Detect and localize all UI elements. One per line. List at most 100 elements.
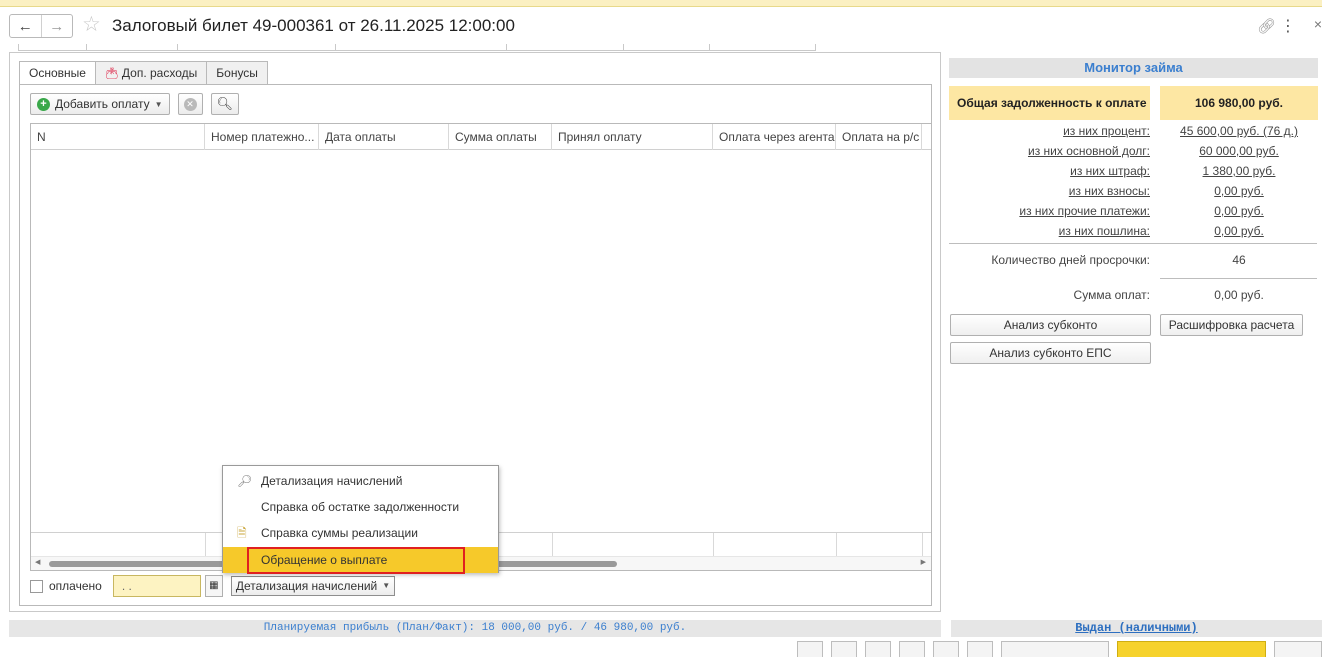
- penalty-label[interactable]: из них штраф:: [949, 164, 1150, 178]
- other-payments-value[interactable]: 0,00 руб.: [1160, 204, 1318, 218]
- navigation-buttons: ← →: [9, 14, 73, 38]
- document-icon: 🗎︎: [237, 526, 247, 540]
- principal-line: из них основной долг: 60 000,00 руб.: [949, 144, 1318, 164]
- paid-date-input[interactable]: . .: [112, 575, 201, 597]
- total-debt-label: Общая задолженность к оплате: [949, 86, 1150, 120]
- dropdown-caret-icon: ▼: [382, 581, 391, 590]
- document-title: Залоговый билет 49-000361 от 26.11.2025 …: [112, 16, 515, 35]
- monitor-header: Монитор займа: [949, 58, 1318, 78]
- penalty-value[interactable]: 1 380,00 руб.: [1160, 164, 1318, 178]
- duty-line: из них пошлина: 0,00 руб.: [949, 224, 1318, 244]
- favorite-star-icon[interactable]: ☆: [82, 12, 101, 37]
- add-payment-button[interactable]: + Добавить оплату ▼: [30, 93, 170, 115]
- bottom-button[interactable]: [865, 641, 891, 657]
- paid-checkbox[interactable]: [30, 579, 43, 593]
- other-payments-line: из них прочие платежи: 0,00 руб.: [949, 204, 1318, 224]
- bottom-button[interactable]: [933, 641, 959, 657]
- subconto-eps-analysis-button[interactable]: Анализ субконто ЕПС: [950, 342, 1151, 364]
- bottom-command-bar: [0, 641, 1322, 657]
- payments-toolbar: + Добавить оплату ▼ ✕ 🔍︎: [30, 93, 240, 115]
- menu-item-debt-balance-certificate[interactable]: Справка об остатке задолженности: [223, 494, 498, 520]
- principal-value[interactable]: 60 000,00 руб.: [1160, 144, 1318, 158]
- bottom-button[interactable]: [797, 641, 823, 657]
- link-icon[interactable]: 🔗︎: [1257, 17, 1276, 35]
- menu-item-label: Детализация начислений: [261, 474, 403, 488]
- interest-value[interactable]: 45 600,00 руб. (76 д.): [1160, 124, 1318, 138]
- duty-value[interactable]: 0,00 руб.: [1160, 224, 1318, 238]
- bottom-button[interactable]: [1001, 641, 1109, 657]
- bottom-button[interactable]: [967, 641, 993, 657]
- title-bar: ← → ☆ Залоговый билет 49-000361 от 26.11…: [0, 8, 1322, 44]
- delete-button[interactable]: ✕: [177, 93, 203, 115]
- overdue-days-value: 46: [1232, 253, 1246, 267]
- bottom-button[interactable]: [831, 641, 857, 657]
- calculation-breakdown-button[interactable]: Расшифровка расчета: [1160, 314, 1303, 336]
- column-accepted-by[interactable]: Принял оплату: [552, 124, 713, 150]
- inner-tabs: Основные 👛︎ Доп. расходы Бонусы: [19, 61, 268, 85]
- magnifier-icon: 🔎︎: [237, 474, 253, 488]
- find-button[interactable]: 🔍︎: [210, 93, 240, 115]
- overdue-days-line: Количество дней просрочки: 46: [949, 253, 1318, 273]
- print-popup-menu: 🔎︎ Детализация начислений Справка об ост…: [222, 465, 499, 574]
- interest-label[interactable]: из них процент:: [949, 124, 1150, 138]
- bottom-primary-button[interactable]: [1117, 641, 1266, 657]
- table-header: N Номер платежно... Дата оплаты Сумма оп…: [31, 124, 931, 150]
- payments-sum-label: Сумма оплат:: [1073, 288, 1150, 302]
- add-payment-label: Добавить оплату: [55, 97, 150, 111]
- planned-profit-status: Планируемая прибыль (План/Факт): 18 000,…: [9, 620, 941, 637]
- column-bank-payment[interactable]: Оплата на р/с: [836, 124, 922, 150]
- browser-top-strip: [0, 0, 1322, 7]
- add-icon: +: [37, 97, 50, 111]
- calendar-icon[interactable]: ▦: [204, 575, 223, 597]
- other-payments-label[interactable]: из них прочие платежи:: [949, 204, 1150, 218]
- tab-extra-expenses[interactable]: 👛︎ Доп. расходы: [94, 61, 207, 85]
- tab-bonuses[interactable]: Бонусы: [206, 61, 268, 85]
- tab-main[interactable]: Основные: [19, 61, 95, 85]
- loan-monitor: Монитор займа Общая задолженность к опла…: [949, 58, 1318, 368]
- paid-filter-row: оплачено . . ▦ Детализация начислений ▼: [30, 575, 396, 597]
- overdue-days-label: Количество дней просрочки:: [991, 253, 1150, 267]
- outer-tab-strip: [18, 44, 816, 51]
- divider: [949, 243, 1317, 244]
- highlight-frame: [247, 547, 465, 574]
- paid-label: оплачено: [49, 579, 102, 593]
- dropdown-caret-icon: ▼: [154, 99, 163, 109]
- scroll-left-icon[interactable]: ◀: [35, 558, 40, 566]
- duty-label[interactable]: из них пошлина:: [949, 224, 1150, 238]
- interest-line: из них процент: 45 600,00 руб. (76 д.): [949, 124, 1318, 144]
- column-payment-date[interactable]: Дата оплаты: [319, 124, 449, 150]
- charges-details-label: Детализация начислений: [235, 579, 378, 593]
- menu-item-sale-sum-certificate[interactable]: 🗎︎ Справка суммы реализации: [223, 520, 498, 546]
- menu-item-label: Справка об остатке задолженности: [261, 500, 460, 514]
- find-icon: 🔍︎: [216, 96, 234, 111]
- penalty-line: из них штраф: 1 380,00 руб.: [949, 164, 1318, 184]
- column-agent-payment[interactable]: Оплата через агента: [713, 124, 836, 150]
- payments-sum-line: Сумма оплат: 0,00 руб.: [949, 288, 1318, 308]
- fees-value[interactable]: 0,00 руб.: [1160, 184, 1318, 198]
- fees-label[interactable]: из них взносы:: [949, 184, 1150, 198]
- issued-status-link[interactable]: Выдан (наличными): [951, 620, 1322, 637]
- tab-extra-expenses-label: Доп. расходы: [121, 66, 198, 80]
- back-arrow-icon[interactable]: ←: [10, 15, 41, 37]
- more-options-icon[interactable]: ⋮: [1280, 16, 1296, 36]
- bottom-button[interactable]: [899, 641, 925, 657]
- menu-item-label: Справка суммы реализации: [261, 526, 418, 540]
- payments-sum-value: 0,00 руб.: [1214, 288, 1264, 302]
- charges-details-button[interactable]: Детализация начислений ▼: [230, 576, 396, 596]
- column-number[interactable]: N: [31, 124, 205, 150]
- principal-label[interactable]: из них основной долг:: [949, 144, 1150, 158]
- column-payment-doc-number[interactable]: Номер платежно...: [205, 124, 319, 150]
- total-debt-value: 106 980,00 руб.: [1160, 86, 1318, 120]
- delete-icon: ✕: [183, 97, 197, 111]
- bottom-button[interactable]: [1274, 641, 1322, 657]
- column-payment-sum[interactable]: Сумма оплаты: [449, 124, 552, 150]
- scroll-right-icon[interactable]: ▶: [921, 558, 926, 566]
- menu-item-charges-details[interactable]: 🔎︎ Детализация начислений: [223, 468, 498, 494]
- subconto-analysis-button[interactable]: Анализ субконто: [950, 314, 1151, 336]
- fees-line: из них взносы: 0,00 руб.: [949, 184, 1318, 204]
- forward-arrow-icon[interactable]: →: [40, 15, 73, 37]
- divider: [1160, 278, 1317, 279]
- total-debt-row: Общая задолженность к оплате 106 980,00 …: [949, 86, 1318, 120]
- close-icon[interactable]: ×: [1314, 16, 1322, 32]
- wallet-icon: 👛︎: [104, 68, 119, 80]
